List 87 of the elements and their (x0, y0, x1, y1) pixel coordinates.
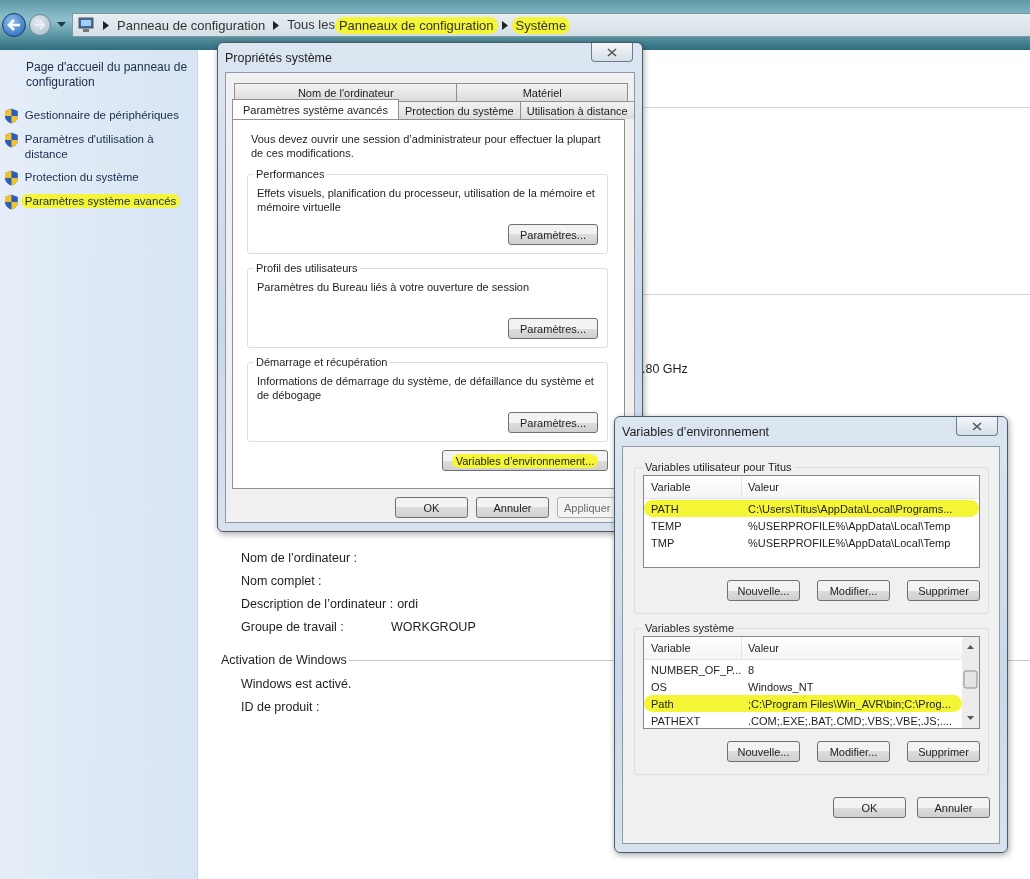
table-cell-text: .COM;.EXE;.BAT;.CMD;.VBS;.VBE;.JS;.... (747, 714, 952, 727)
column-header[interactable]: Valeur (742, 476, 779, 498)
group-title: Variables système (644, 622, 736, 634)
list-row[interactable]: Path ;C:\Program Files\Win_AVR\bin;C:\Prog... (644, 695, 962, 712)
column-header[interactable]: Variable (644, 637, 742, 659)
tab[interactable]: Matériel (456, 83, 628, 101)
group-title: Profil des utilisateurs (255, 262, 359, 274)
list-row[interactable]: TEMP %USERPROFILE%\AppData\Local\Temp (644, 517, 979, 534)
dialog-button[interactable]: Annuler (476, 497, 549, 518)
list-action-button[interactable]: Modifier... (817, 741, 890, 762)
chevron-icon (102, 20, 110, 30)
group-title: Démarrage et récupération (255, 356, 389, 368)
list-row[interactable]: PATH C:\Users\Titus\AppData\Local\Programs... (644, 500, 979, 517)
list-action-button[interactable]: Nouvelle... (727, 580, 800, 601)
tab[interactable]: Paramètres système avancés (232, 99, 399, 119)
group-title: Variables utilisateur pour Titus (644, 461, 793, 473)
table-cell-text: Windows_NT (747, 680, 814, 693)
dropdown-caret-icon[interactable] (57, 22, 66, 28)
shield-icon (4, 194, 19, 210)
tab[interactable]: Nom de l'ordinateur (234, 83, 458, 101)
info-label: ID de produit : (241, 699, 320, 714)
shield-icon (4, 108, 19, 124)
chevron-icon (272, 20, 281, 30)
list-row[interactable]: OS Windows_NT (644, 678, 962, 695)
table-cell-text: TMP (650, 536, 676, 549)
computer-icon (77, 17, 95, 33)
table-cell-text: Path (650, 697, 675, 710)
dialog-title: Variables d’environnement (622, 424, 770, 439)
info-label: Nom complet : (241, 573, 323, 588)
table-cell-text: %USERPROFILE%\AppData\Local\Temp (747, 536, 951, 549)
list-action-button[interactable]: Supprimer (907, 580, 980, 601)
close-button[interactable] (591, 43, 633, 62)
list-action-button[interactable]: Supprimer (907, 741, 980, 762)
notice-text: Vous devez ouvrir une session d’administrateur pour effectuer la plupart de ces modifications. (251, 132, 602, 160)
right-arrow-icon (33, 18, 47, 32)
list-action-button[interactable]: Modifier... (817, 580, 890, 601)
list-action-button[interactable]: Nouvelle... (727, 741, 800, 762)
tab[interactable]: Protection du système (397, 101, 521, 119)
close-button[interactable] (956, 417, 998, 436)
breadcrumb[interactable]: Panneau de configuration (117, 17, 266, 33)
table-cell-text: 8 (747, 663, 755, 676)
info-label: Groupe de travail : (241, 619, 345, 634)
list-row[interactable]: PATHEXT .COM;.EXE;.BAT;.CMD;.VBS;.VBE;.JS;.... (644, 712, 962, 728)
info-label: Nom de l’ordinateur : (241, 550, 359, 565)
table-cell-text: PATHEXT (650, 714, 702, 727)
chevron-icon (500, 20, 509, 30)
column-header[interactable]: Valeur (742, 637, 779, 659)
close-icon (607, 47, 617, 57)
group-description: Effets visuels, planification du processeur, utilisation de la mémoire et mémoire virtuelle (257, 186, 596, 214)
info-value: WORKGROUP (391, 619, 476, 634)
processor-speed-text: .80 GHz (642, 362, 689, 376)
environment-variables-button[interactable]: Variables d’environnement... (442, 450, 608, 471)
shield-icon (4, 170, 19, 186)
info-label: Description de l’ordinateur : (241, 596, 394, 611)
back-button[interactable] (2, 13, 26, 37)
table-cell-text: NUMBER_OF_P... (650, 663, 742, 676)
settings-button[interactable]: Paramètres... (508, 318, 598, 339)
scroll-bar[interactable] (962, 637, 979, 728)
address-field[interactable]: Panneau de configuration Tous les Panneaux de configuration Système (72, 13, 1030, 37)
dialog-button[interactable]: OK (833, 797, 906, 818)
close-icon (972, 421, 982, 431)
section-heading: Activation de Windows (221, 653, 347, 667)
group-description: Paramètres du Bureau liés à votre ouverture de session (257, 280, 531, 295)
table-cell-text: ;C:\Program Files\Win_AVR\bin;C:\Prog... (747, 697, 951, 710)
shield-icon (4, 132, 19, 148)
dialog-button[interactable]: OK (395, 497, 468, 518)
table-cell-text: %USERPROFILE%\AppData\Local\Temp (747, 519, 951, 532)
list-row[interactable]: TMP %USERPROFILE%\AppData\Local\Temp (644, 534, 979, 551)
sidebar-link[interactable]: Gestionnaire de périphériques (24, 108, 189, 123)
list-row[interactable]: NUMBER_OF_P... 8 (644, 661, 962, 678)
settings-button[interactable]: Paramètres... (508, 224, 598, 245)
column-header[interactable]: Variable (644, 476, 742, 498)
info-value: ordi (397, 596, 418, 611)
group-description: Informations de démarrage du système, de défaillance du système et de débogage (257, 374, 595, 402)
table-cell-text: C:\Users\Titus\AppData\Local\Programs... (747, 502, 953, 515)
info-label: Windows est activé. (241, 676, 352, 691)
group-title: Performances (255, 168, 326, 180)
settings-button[interactable]: Paramètres... (508, 412, 598, 433)
table-cell-text: PATH (650, 502, 680, 515)
table-cell-text: OS (650, 680, 668, 693)
tab[interactable]: Utilisation à distance (519, 101, 635, 119)
dialog-button[interactable]: Annuler (917, 797, 990, 818)
sidebar-link[interactable]: Paramètres d'utilisation à distance (24, 132, 189, 162)
sidebar-link[interactable]: Page d'accueil du panneau de configuration (4, 60, 191, 90)
table-cell-text: TEMP (650, 519, 683, 532)
dialog-title: Propriétés système (225, 50, 332, 65)
sidebar-link[interactable]: Protection du système (24, 170, 189, 185)
